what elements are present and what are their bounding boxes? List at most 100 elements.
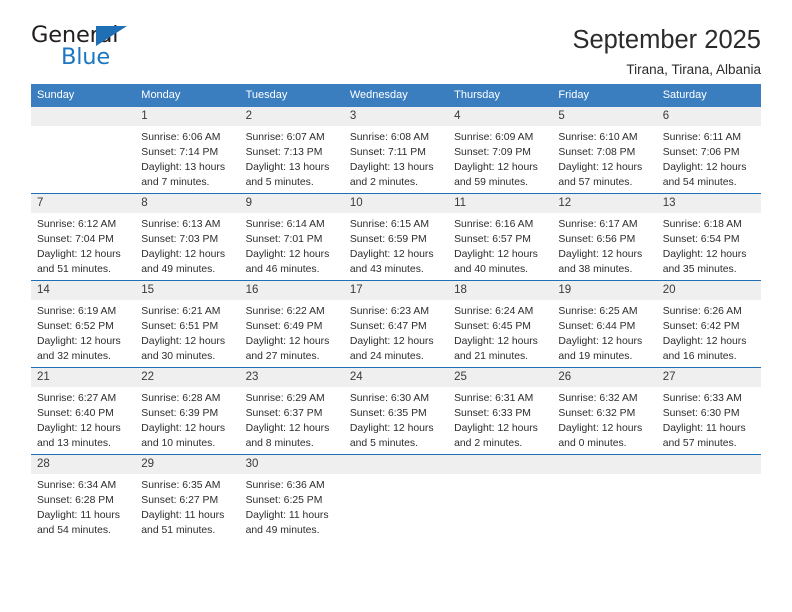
daylight-duration-line1: Daylight: 12 hours — [141, 335, 226, 347]
sunset-time: Sunset: 6:59 PM — [349, 233, 427, 245]
sunset-time: Sunset: 7:08 PM — [558, 146, 636, 158]
calendar-cell: 5 Sunrise: 6:10 AM Sunset: 7:08 PM Daylight… — [552, 107, 657, 194]
day-number: 5 — [552, 107, 657, 126]
sunset-time: Sunset: 7:14 PM — [141, 146, 219, 158]
sunrise-time: Sunrise: 6:10 AM — [558, 132, 638, 143]
calendar-day[interactable]: 7 Sunrise: 6:12 AM Sunset: 7:04 PM Daylight… — [31, 194, 136, 280]
calendar-day[interactable]: 26 Sunrise: 6:32 AM Sunset: 6:32 PM Dayligh… — [552, 368, 657, 454]
calendar-day[interactable]: 4 Sunrise: 6:09 AM Sunset: 7:09 PM Daylight… — [448, 107, 553, 193]
daylight-duration-line2: and 57 minutes. — [662, 437, 737, 449]
calendar-day[interactable]: 3 Sunrise: 6:08 AM Sunset: 7:11 PM Daylight… — [343, 107, 449, 193]
day-details: Sunrise: 6:18 AM Sunset: 6:54 PM Daylight:… — [657, 213, 761, 278]
sunrise-time: Sunrise: 6:06 AM — [141, 132, 221, 143]
calendar-cell: 12 Sunrise: 6:17 AM Sunset: 6:56 PM Dayligh… — [552, 193, 657, 281]
daylight-duration-line2: and 2 minutes. — [349, 176, 419, 188]
daylight-duration-line1: Daylight: 12 hours — [662, 161, 747, 173]
day-details: Sunrise: 6:06 AM Sunset: 7:14 PM Daylight:… — [135, 126, 239, 191]
calendar-day[interactable]: 28 Sunrise: 6:34 AM Sunset: 6:28 PM Dayligh… — [31, 455, 136, 541]
calendar-day[interactable]: 30 Sunrise: 6:36 AM Sunset: 6:25 PM Dayligh… — [239, 455, 344, 541]
day-details: Sunrise: 6:23 AM Sunset: 6:47 PM Daylight:… — [344, 300, 448, 365]
calendar-day[interactable]: 11 Sunrise: 6:16 AM Sunset: 6:57 PM Dayligh… — [448, 194, 553, 280]
calendar-day[interactable]: 13 Sunrise: 6:18 AM Sunset: 6:54 PM Dayligh… — [656, 194, 761, 280]
sunrise-time: Sunrise: 6:26 AM — [662, 306, 742, 317]
sunset-time: Sunset: 7:11 PM — [349, 146, 426, 158]
day-number: 29 — [135, 455, 240, 474]
sunset-time: Sunset: 6:30 PM — [662, 407, 740, 419]
daylight-duration-line1: Daylight: 12 hours — [558, 422, 643, 434]
day-number: 11 — [448, 194, 553, 213]
calendar-week-row: 14 Sunrise: 6:19 AM Sunset: 6:52 PM Dayligh… — [31, 280, 761, 368]
general-blue-logo[interactable]: General Blue — [31, 24, 156, 72]
day-number: 3 — [343, 107, 449, 126]
daylight-duration-line1: Daylight: 12 hours — [349, 248, 434, 260]
calendar-cell: 27 Sunrise: 6:33 AM Sunset: 6:30 PM Dayligh… — [656, 367, 761, 455]
calendar-cell: 20 Sunrise: 6:26 AM Sunset: 6:42 PM Dayligh… — [656, 280, 761, 368]
calendar-day[interactable]: 1 Sunrise: 6:06 AM Sunset: 7:14 PM Daylight… — [135, 107, 240, 193]
calendar-day[interactable]: 2 Sunrise: 6:07 AM Sunset: 7:13 PM Daylight… — [239, 107, 344, 193]
calendar-day[interactable]: 22 Sunrise: 6:28 AM Sunset: 6:39 PM Dayligh… — [135, 368, 240, 454]
calendar-day[interactable]: 8 Sunrise: 6:13 AM Sunset: 7:03 PM Daylight… — [135, 194, 240, 280]
calendar-day[interactable]: 14 Sunrise: 6:19 AM Sunset: 6:52 PM Dayligh… — [31, 281, 136, 367]
daylight-duration-line2: and 7 minutes. — [141, 176, 210, 188]
sunrise-time: Sunrise: 6:21 AM — [141, 306, 221, 317]
daylight-duration-line2: and 5 minutes. — [349, 437, 419, 449]
day-details: Sunrise: 6:24 AM Sunset: 6:45 PM Daylight:… — [448, 300, 552, 365]
calendar-day[interactable]: 21 Sunrise: 6:27 AM Sunset: 6:40 PM Dayligh… — [31, 368, 136, 454]
calendar-day[interactable]: 6 Sunrise: 6:11 AM Sunset: 7:06 PM Daylight… — [656, 107, 761, 193]
day-number: 2 — [239, 107, 344, 126]
day-header-wednesday: Wednesday — [343, 84, 449, 107]
day-details: Sunrise: 6:21 AM Sunset: 6:51 PM Daylight:… — [135, 300, 239, 365]
sunrise-time: Sunrise: 6:27 AM — [37, 393, 117, 404]
daylight-duration-line2: and 57 minutes. — [558, 176, 633, 188]
day-number: 13 — [656, 194, 761, 213]
calendar-day[interactable]: 10 Sunrise: 6:15 AM Sunset: 6:59 PM Dayligh… — [343, 194, 449, 280]
calendar-day[interactable]: 5 Sunrise: 6:10 AM Sunset: 7:08 PM Daylight… — [552, 107, 657, 193]
calendar-day[interactable]: 17 Sunrise: 6:23 AM Sunset: 6:47 PM Dayligh… — [343, 281, 449, 367]
day-details: Sunrise: 6:25 AM Sunset: 6:44 PM Daylight:… — [552, 300, 656, 365]
sunrise-time: Sunrise: 6:18 AM — [662, 219, 742, 230]
day-number: 9 — [239, 194, 344, 213]
sunrise-time: Sunrise: 6:35 AM — [141, 480, 221, 491]
calendar-page: General Blue September 2025 Tirana, Tira… — [0, 0, 792, 612]
calendar-day[interactable]: 29 Sunrise: 6:35 AM Sunset: 6:27 PM Dayligh… — [135, 455, 240, 541]
calendar-day[interactable]: 16 Sunrise: 6:22 AM Sunset: 6:49 PM Dayligh… — [239, 281, 344, 367]
daylight-duration-line2: and 35 minutes. — [662, 263, 737, 275]
calendar-day[interactable]: 23 Sunrise: 6:29 AM Sunset: 6:37 PM Dayligh… — [239, 368, 344, 454]
calendar-day[interactable]: 18 Sunrise: 6:24 AM Sunset: 6:45 PM Dayligh… — [448, 281, 553, 367]
daylight-duration-line2: and 21 minutes. — [454, 350, 529, 362]
calendar-day[interactable]: 12 Sunrise: 6:17 AM Sunset: 6:56 PM Dayligh… — [552, 194, 657, 280]
day-details: Sunrise: 6:08 AM Sunset: 7:11 PM Daylight:… — [344, 126, 448, 191]
day-details: Sunrise: 6:15 AM Sunset: 6:59 PM Daylight:… — [344, 213, 448, 278]
day-header-thursday: Thursday — [448, 84, 553, 107]
day-number: 10 — [343, 194, 449, 213]
calendar-day[interactable]: 20 Sunrise: 6:26 AM Sunset: 6:42 PM Dayligh… — [656, 281, 761, 367]
day-number: 25 — [448, 368, 553, 387]
calendar-cell: 26 Sunrise: 6:32 AM Sunset: 6:32 PM Dayligh… — [552, 367, 657, 455]
sunrise-sunset-calendar: Sunday Monday Tuesday Wednesday Thursday… — [31, 84, 761, 541]
sunrise-time: Sunrise: 6:23 AM — [349, 306, 429, 317]
calendar-cell: 23 Sunrise: 6:29 AM Sunset: 6:37 PM Dayligh… — [239, 367, 344, 455]
sunset-time: Sunset: 6:45 PM — [454, 320, 531, 332]
calendar-day[interactable]: 9 Sunrise: 6:14 AM Sunset: 7:01 PM Daylight… — [239, 194, 344, 280]
sunrise-time: Sunrise: 6:30 AM — [349, 393, 429, 404]
sunset-time: Sunset: 6:42 PM — [662, 320, 740, 332]
daylight-duration-line2: and 51 minutes. — [37, 263, 111, 275]
sunrise-time: Sunrise: 6:24 AM — [454, 306, 534, 317]
calendar-body: 1 Sunrise: 6:06 AM Sunset: 7:14 PM Daylight… — [31, 107, 761, 541]
calendar-day[interactable]: 27 Sunrise: 6:33 AM Sunset: 6:30 PM Dayligh… — [656, 368, 761, 454]
calendar-day[interactable]: 24 Sunrise: 6:30 AM Sunset: 6:35 PM Dayligh… — [343, 368, 449, 454]
daylight-duration-line2: and 49 minutes. — [245, 524, 320, 536]
day-number: 19 — [552, 281, 657, 300]
sunrise-time: Sunrise: 6:22 AM — [245, 306, 325, 317]
daylight-duration-line1: Daylight: 12 hours — [662, 335, 747, 347]
page-header: General Blue September 2025 Tirana, Tira… — [31, 0, 761, 77]
title-block: September 2025 Tirana, Tirana, Albania — [572, 24, 761, 79]
daylight-duration-line1: Daylight: 12 hours — [558, 248, 643, 260]
calendar-day[interactable]: 19 Sunrise: 6:25 AM Sunset: 6:44 PM Dayligh… — [552, 281, 657, 367]
day-details: Sunrise: 6:31 AM Sunset: 6:33 PM Daylight:… — [448, 387, 552, 452]
sunset-time: Sunset: 6:32 PM — [558, 407, 636, 419]
daylight-duration-line2: and 49 minutes. — [141, 263, 216, 275]
calendar-day[interactable]: 15 Sunrise: 6:21 AM Sunset: 6:51 PM Dayligh… — [135, 281, 240, 367]
calendar-day[interactable]: 25 Sunrise: 6:31 AM Sunset: 6:33 PM Dayligh… — [448, 368, 553, 454]
calendar-cell: 19 Sunrise: 6:25 AM Sunset: 6:44 PM Dayligh… — [552, 280, 657, 368]
